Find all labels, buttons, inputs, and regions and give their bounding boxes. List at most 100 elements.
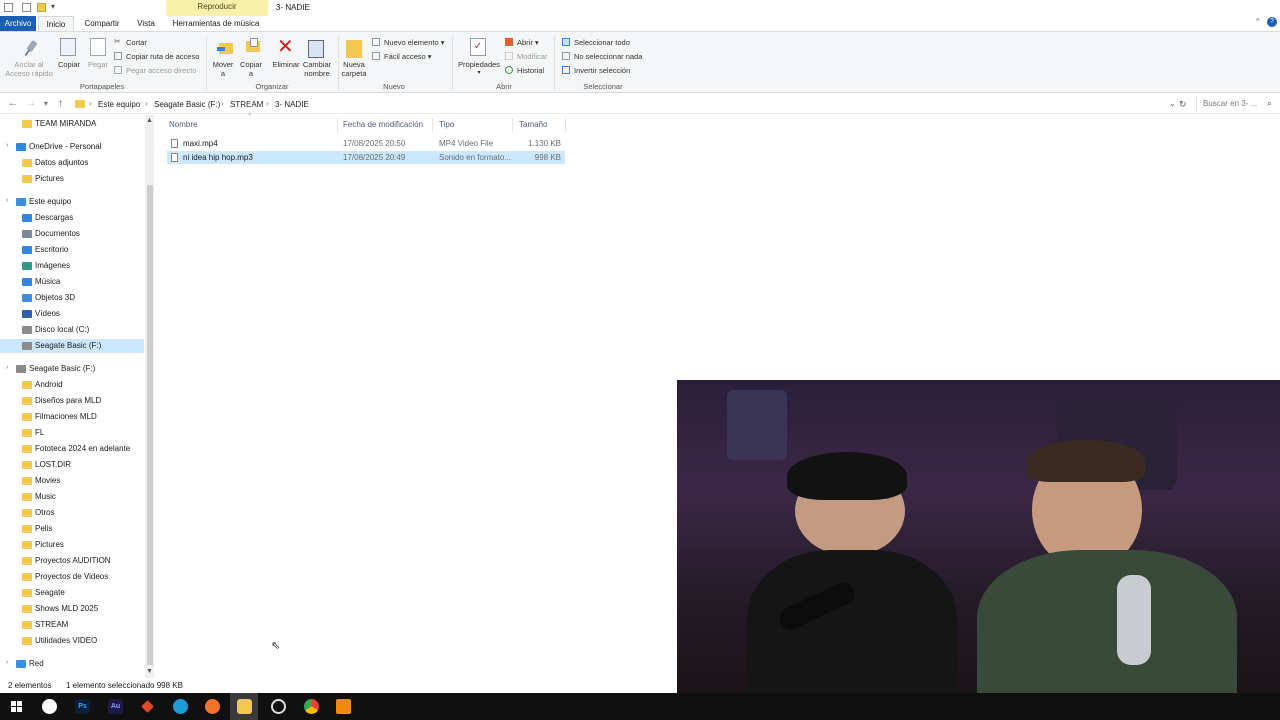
eliminar-button[interactable]: Eliminar	[270, 60, 302, 69]
historial-button[interactable]: Historial	[517, 66, 544, 75]
invertir-seleccion-button[interactable]: Invertir selección	[574, 66, 630, 75]
column-tipo[interactable]: Tipo	[439, 120, 454, 129]
tab-vista[interactable]: Vista	[130, 16, 162, 31]
recent-dropdown-icon[interactable]: ▾	[44, 99, 48, 108]
crumb-este-equipo[interactable]: Este equipo	[98, 100, 140, 109]
sidebar-item[interactable]: › Red	[0, 657, 144, 671]
modificar-button[interactable]: Modificar	[517, 52, 547, 61]
sidebar-item[interactable]: LOST.DIR	[0, 458, 144, 472]
refresh-icon[interactable]: ↻	[1179, 99, 1187, 110]
copiar-ruta-button[interactable]: Copiar ruta de acceso	[126, 52, 199, 61]
mover-button[interactable]: Mover a	[209, 60, 237, 78]
search-input[interactable]: Buscar en 3- ... ⌕	[1196, 96, 1278, 112]
vlc-icon[interactable]	[336, 699, 351, 714]
quick-access-properties-icon[interactable]	[22, 3, 31, 12]
tab-compartir[interactable]: Compartir	[80, 16, 124, 31]
sidebar-item[interactable]: Seagate Basic (F:)	[0, 339, 144, 353]
expand-chevron-icon[interactable]: ›	[6, 142, 8, 149]
expand-chevron-icon[interactable]: ›	[6, 364, 8, 371]
copiar-a-button[interactable]: Copiar a	[237, 60, 265, 78]
sidebar-item[interactable]: Música	[0, 275, 144, 289]
quick-access-new-folder-icon[interactable]	[37, 3, 46, 12]
windows-start-icon[interactable]	[9, 699, 24, 714]
sidebar-item[interactable]: Otros	[0, 506, 144, 520]
chevron-right-icon[interactable]: ›	[89, 99, 92, 108]
chevron-right-icon[interactable]: ›	[266, 99, 269, 108]
column-divider[interactable]	[337, 118, 338, 132]
audition-icon[interactable]: Au	[108, 699, 123, 714]
sidebar-item[interactable]: Escritorio	[0, 243, 144, 257]
sidebar-item[interactable]: Imágenes	[0, 259, 144, 273]
tab-inicio[interactable]: Inicio	[38, 16, 74, 31]
column-tamano[interactable]: Tamaño	[519, 120, 547, 129]
navigation-pane[interactable]: TEAM MIRANDA › OneDrive - Personal Datos ad…	[0, 115, 154, 678]
address-dropdown-icon[interactable]: ⌄	[1169, 99, 1176, 108]
file-row-selected[interactable]: ni idea hip hop.mp3 17/08/2025 20:49 Son…	[167, 151, 565, 164]
breadcrumb[interactable]: › Este equipo › Seagate Basic (F:) › STR…	[72, 96, 1190, 112]
sidebar-item[interactable]: Documentos	[0, 227, 144, 241]
red-app-icon[interactable]	[141, 700, 154, 713]
sidebar-item[interactable]: Vídeos	[0, 307, 144, 321]
sidebar-item[interactable]: › OneDrive - Personal	[0, 140, 144, 154]
sidebar-item[interactable]: Proyectos AUDITION	[0, 554, 144, 568]
crumb-3-nadie[interactable]: 3- NADIE	[275, 100, 309, 109]
cambiar-nombre-button[interactable]: Cambiar nombre	[300, 60, 334, 78]
sidebar-item[interactable]: Android	[0, 378, 144, 392]
no-seleccionar-button[interactable]: No seleccionar nada	[574, 52, 642, 61]
sidebar-item[interactable]: Filmaciones MLD	[0, 410, 144, 424]
up-arrow-icon[interactable]: ↑	[58, 98, 63, 109]
facil-acceso-button[interactable]: Fácil acceso ▾	[384, 52, 432, 61]
file-explorer-icon[interactable]	[237, 699, 252, 714]
expand-chevron-icon[interactable]: ›	[6, 659, 8, 666]
sidebar-item[interactable]: Seagate	[0, 586, 144, 600]
seleccionar-todo-button[interactable]: Seleccionar todo	[574, 38, 630, 47]
quick-access-folder-icon[interactable]	[4, 3, 13, 12]
tab-archivo[interactable]: Archivo	[0, 16, 36, 31]
ribbon-collapse-icon[interactable]: ⌃	[1254, 17, 1262, 28]
firefox-icon[interactable]	[205, 699, 220, 714]
copiar-button[interactable]: Copiar	[54, 60, 84, 69]
scroll-up-icon[interactable]: ▲	[146, 117, 153, 124]
tab-herramientas-musica[interactable]: Herramientas de música	[168, 16, 264, 31]
sidebar-item[interactable]: Proyectos de Videos	[0, 570, 144, 584]
sidebar-item[interactable]: Pictures	[0, 172, 144, 186]
column-fecha[interactable]: Fecha de modificación	[343, 120, 423, 129]
column-nombre[interactable]: Nombre	[169, 120, 197, 129]
forward-arrow-icon[interactable]: →	[26, 98, 36, 109]
column-divider[interactable]	[512, 118, 513, 132]
nav-scrollbar-thumb[interactable]	[147, 185, 153, 665]
sidebar-item[interactable]: Utilidades VIDEO	[0, 634, 144, 648]
nuevo-elemento-button[interactable]: Nuevo elemento ▾	[384, 38, 444, 47]
sidebar-item[interactable]: Descargas	[0, 211, 144, 225]
pegar-acceso-button[interactable]: Pegar acceso directo	[126, 66, 196, 75]
scroll-down-icon[interactable]: ▼	[146, 668, 153, 675]
cortar-button[interactable]: Cortar	[126, 38, 147, 47]
context-tab-reproducir[interactable]: Reproducir	[166, 0, 268, 16]
help-icon[interactable]: ?	[1267, 17, 1277, 27]
anclar-button[interactable]: Anclar al Acceso rápido	[4, 60, 54, 78]
sidebar-item[interactable]: Movies	[0, 474, 144, 488]
sidebar-item[interactable]: Music	[0, 490, 144, 504]
sidebar-item[interactable]: › Este equipo	[0, 195, 144, 209]
sidebar-item[interactable]: Shows MLD 2025	[0, 602, 144, 616]
chevron-right-icon[interactable]: ›	[145, 99, 148, 108]
photoshop-icon[interactable]: Ps	[75, 699, 90, 714]
crumb-stream[interactable]: STREAM	[230, 100, 263, 109]
quick-access-dropdown-icon[interactable]: ▾	[51, 2, 55, 11]
sidebar-item[interactable]: › Seagate Basic (F:)	[0, 362, 144, 376]
sidebar-item[interactable]: Pelis	[0, 522, 144, 536]
sidebar-item[interactable]: Disco local (C:)	[0, 323, 144, 337]
pegar-button[interactable]: Pegar	[84, 60, 112, 69]
sidebar-item[interactable]: TEAM MIRANDA	[0, 117, 144, 131]
obs-studio-icon[interactable]	[271, 699, 286, 714]
sidebar-item[interactable]: Fototeca 2024 en adelante	[0, 442, 144, 456]
search-icon[interactable]: ⌕	[1267, 98, 1272, 109]
chrome-icon[interactable]	[304, 699, 319, 714]
chevron-right-icon[interactable]: ›	[221, 99, 224, 108]
edge-icon[interactable]	[173, 699, 188, 714]
sidebar-item[interactable]: Diseños para MLD	[0, 394, 144, 408]
obs-icon[interactable]	[42, 699, 57, 714]
sidebar-item[interactable]: Datos adjuntos	[0, 156, 144, 170]
sidebar-item[interactable]: Pictures	[0, 538, 144, 552]
column-divider[interactable]	[432, 118, 433, 132]
